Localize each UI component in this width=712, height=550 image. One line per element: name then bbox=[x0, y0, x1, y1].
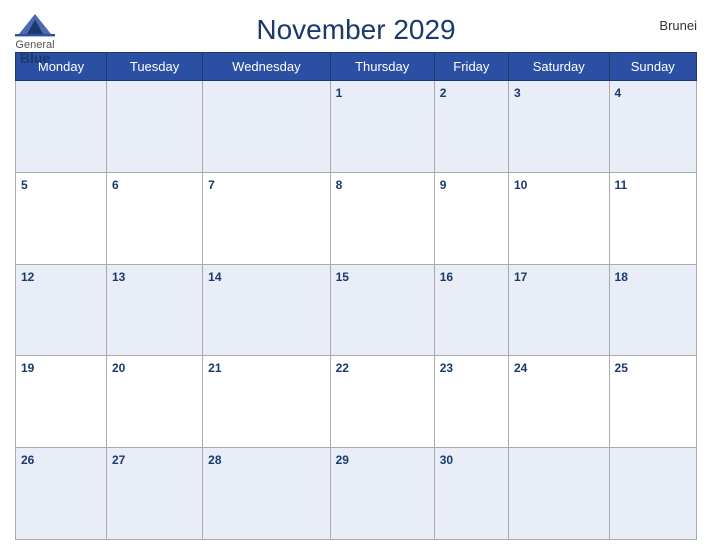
calendar-day-cell: 18 bbox=[609, 264, 696, 356]
calendar-day-cell: 5 bbox=[16, 172, 107, 264]
day-number: 30 bbox=[440, 453, 453, 467]
calendar-day-cell: 27 bbox=[106, 448, 202, 540]
calendar-day-cell: 10 bbox=[509, 172, 610, 264]
calendar-day-cell: 28 bbox=[203, 448, 330, 540]
calendar-day-cell: 12 bbox=[16, 264, 107, 356]
day-number: 22 bbox=[336, 361, 349, 375]
day-number: 8 bbox=[336, 178, 343, 192]
calendar-day-cell: 15 bbox=[330, 264, 434, 356]
calendar-day-cell: 29 bbox=[330, 448, 434, 540]
calendar-day-cell: 8 bbox=[330, 172, 434, 264]
weekday-thursday: Thursday bbox=[330, 53, 434, 81]
day-number: 23 bbox=[440, 361, 453, 375]
day-number: 18 bbox=[615, 270, 628, 284]
day-number: 6 bbox=[112, 178, 119, 192]
weekday-wednesday: Wednesday bbox=[203, 53, 330, 81]
weekday-sunday: Sunday bbox=[609, 53, 696, 81]
weekday-tuesday: Tuesday bbox=[106, 53, 202, 81]
calendar-day-cell: 11 bbox=[609, 172, 696, 264]
day-number: 26 bbox=[21, 453, 34, 467]
calendar-day-cell: 1 bbox=[330, 81, 434, 173]
day-number: 5 bbox=[21, 178, 28, 192]
calendar-day-cell: 20 bbox=[106, 356, 202, 448]
calendar-week-row: 5 6 7 8 9 10 11 bbox=[16, 172, 697, 264]
calendar-day-cell: 25 bbox=[609, 356, 696, 448]
day-number: 3 bbox=[514, 86, 521, 100]
calendar-day-cell: 6 bbox=[106, 172, 202, 264]
calendar-day-cell: 13 bbox=[106, 264, 202, 356]
day-number: 15 bbox=[336, 270, 349, 284]
weekday-saturday: Saturday bbox=[509, 53, 610, 81]
day-number: 13 bbox=[112, 270, 125, 284]
calendar-day-cell: 22 bbox=[330, 356, 434, 448]
day-number: 24 bbox=[514, 361, 527, 375]
calendar-day-cell: 3 bbox=[509, 81, 610, 173]
country-label: Brunei bbox=[659, 18, 697, 33]
day-number: 17 bbox=[514, 270, 527, 284]
day-number: 9 bbox=[440, 178, 447, 192]
calendar-day-cell bbox=[16, 81, 107, 173]
calendar-day-cell: 7 bbox=[203, 172, 330, 264]
calendar-week-row: 19 20 21 22 23 24 25 bbox=[16, 356, 697, 448]
calendar-week-row: 12 13 14 15 16 17 18 bbox=[16, 264, 697, 356]
calendar-day-cell bbox=[203, 81, 330, 173]
page-title: November 2029 bbox=[256, 14, 455, 46]
logo-blue: Blue bbox=[20, 51, 50, 65]
calendar-day-cell: 23 bbox=[434, 356, 508, 448]
calendar-day-cell: 26 bbox=[16, 448, 107, 540]
calendar-day-cell: 30 bbox=[434, 448, 508, 540]
calendar-day-cell: 16 bbox=[434, 264, 508, 356]
day-number: 16 bbox=[440, 270, 453, 284]
day-number: 27 bbox=[112, 453, 125, 467]
day-number: 20 bbox=[112, 361, 125, 375]
day-number: 21 bbox=[208, 361, 221, 375]
weekday-header-row: MondayTuesdayWednesdayThursdayFridaySatu… bbox=[16, 53, 697, 81]
day-number: 29 bbox=[336, 453, 349, 467]
calendar-day-cell: 4 bbox=[609, 81, 696, 173]
calendar-day-cell: 2 bbox=[434, 81, 508, 173]
calendar-day-cell: 19 bbox=[16, 356, 107, 448]
logo-icon bbox=[15, 10, 55, 38]
day-number: 7 bbox=[208, 178, 215, 192]
calendar-day-cell: 24 bbox=[509, 356, 610, 448]
day-number: 11 bbox=[615, 178, 628, 192]
calendar-table: MondayTuesdayWednesdayThursdayFridaySatu… bbox=[15, 52, 697, 540]
day-number: 25 bbox=[615, 361, 628, 375]
calendar-day-cell: 17 bbox=[509, 264, 610, 356]
calendar-day-cell: 21 bbox=[203, 356, 330, 448]
calendar-day-cell bbox=[106, 81, 202, 173]
day-number: 28 bbox=[208, 453, 221, 467]
weekday-friday: Friday bbox=[434, 53, 508, 81]
day-number: 10 bbox=[514, 178, 527, 192]
logo: General Blue bbox=[15, 10, 55, 65]
day-number: 4 bbox=[615, 86, 622, 100]
calendar-day-cell bbox=[609, 448, 696, 540]
day-number: 2 bbox=[440, 86, 447, 100]
day-number: 1 bbox=[336, 86, 343, 100]
calendar-header: General Blue November 2029 Brunei bbox=[15, 10, 697, 46]
calendar-week-row: 1 2 3 4 bbox=[16, 81, 697, 173]
calendar-week-row: 26 27 28 29 30 bbox=[16, 448, 697, 540]
day-number: 14 bbox=[208, 270, 221, 284]
calendar-day-cell bbox=[509, 448, 610, 540]
calendar-day-cell: 9 bbox=[434, 172, 508, 264]
calendar-day-cell: 14 bbox=[203, 264, 330, 356]
day-number: 19 bbox=[21, 361, 34, 375]
day-number: 12 bbox=[21, 270, 34, 284]
